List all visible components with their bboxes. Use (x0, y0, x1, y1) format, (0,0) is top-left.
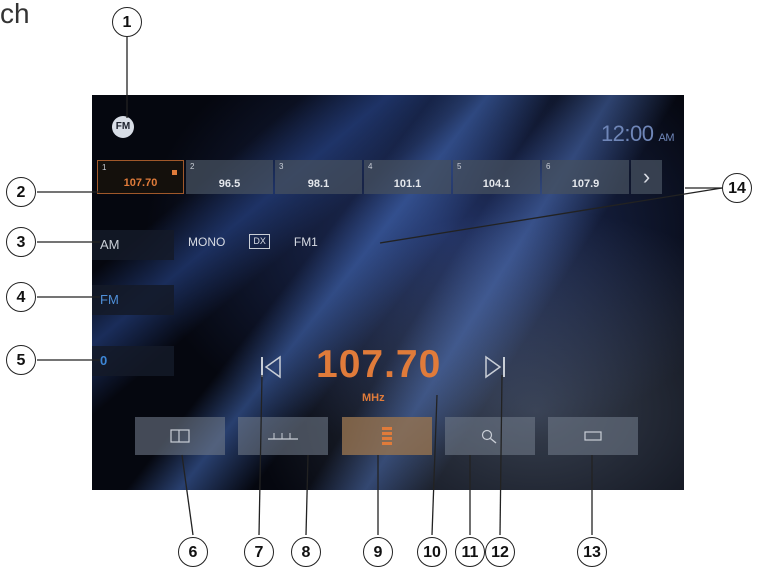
callout-2: 2 (6, 177, 36, 207)
callout-13: 13 (577, 537, 607, 567)
callout-8: 8 (291, 537, 321, 567)
callout-12: 12 (485, 537, 515, 567)
callout-3: 3 (6, 227, 36, 257)
callout-4: 4 (6, 282, 36, 312)
callout-leader-lines (37, 37, 723, 536)
callout-9: 9 (363, 537, 393, 567)
callout-11: 11 (455, 537, 485, 567)
callout-14: 14 (722, 173, 752, 203)
callout-5: 5 (6, 345, 36, 375)
callout-1: 1 (112, 7, 142, 37)
callout-6: 6 (178, 537, 208, 567)
callout-10: 10 (417, 537, 447, 567)
callout-7: 7 (244, 537, 274, 567)
